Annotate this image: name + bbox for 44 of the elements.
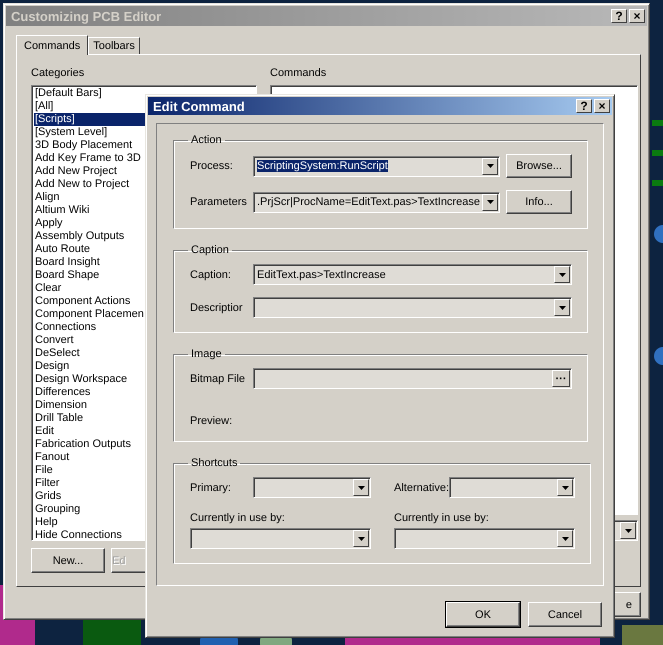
pcb-trace [652, 150, 663, 156]
parameters-dropdown[interactable]: .PrjScr|ProcName=EditText.pas>TextIncrease [253, 192, 500, 212]
bitmap-file-field[interactable]: ··· [253, 368, 572, 389]
field-label: Caption: [190, 268, 232, 280]
field-label: Descriptior [190, 302, 244, 314]
field-label: Bitmap File [190, 372, 246, 384]
pcb-trace [652, 180, 663, 186]
pcb-trace [652, 120, 663, 126]
pcb-pad [654, 225, 663, 243]
close-button[interactable]: × [594, 99, 610, 113]
pcb-region [622, 625, 663, 645]
caption-dropdown[interactable]: EditText.pas>TextIncrease [253, 264, 572, 285]
dialog-button[interactable]: Cancel [528, 602, 602, 627]
group-title: Image [190, 348, 223, 360]
group-title: Shortcuts [190, 457, 238, 469]
field-label: Alternative: [394, 482, 450, 494]
pcb-pad [83, 620, 141, 645]
field-label: Currently in use by: [190, 512, 286, 524]
pcb-pad [654, 347, 663, 365]
categories-label: Categories [31, 67, 86, 81]
browse-button[interactable]: Browse... [506, 154, 572, 178]
preview-label: Preview: [190, 414, 234, 427]
alternative-shortcut-dropdown[interactable] [449, 477, 575, 498]
field-label: Process: [190, 160, 234, 172]
info-button[interactable]: Info... [506, 190, 572, 214]
field-label: Primary: [190, 482, 232, 494]
commands-label: Commands [270, 67, 328, 81]
group-title: Caption [190, 244, 230, 256]
description-dropdown[interactable] [253, 297, 572, 318]
tab[interactable]: Commands [16, 35, 88, 55]
in-use-dropdown[interactable] [394, 528, 575, 549]
list-button[interactable]: New... [31, 548, 105, 573]
field-label: Currently in use by: [394, 512, 490, 524]
in-use-dropdown[interactable] [190, 528, 371, 549]
window-title: Customizing PCB Editor [11, 8, 162, 24]
dialog-button[interactable]: OK [446, 602, 520, 627]
dialog-title: Edit Command [153, 98, 246, 114]
field-label: Parameters [190, 196, 248, 208]
process-dropdown[interactable]: ScriptingSystem:RunScript [253, 156, 500, 176]
primary-shortcut-dropdown[interactable] [253, 477, 371, 498]
help-button[interactable]: ? [576, 99, 592, 113]
tab[interactable]: Toolbars [88, 37, 140, 54]
group-title: Action [190, 134, 223, 146]
browse-button[interactable]: ··· [552, 370, 570, 387]
